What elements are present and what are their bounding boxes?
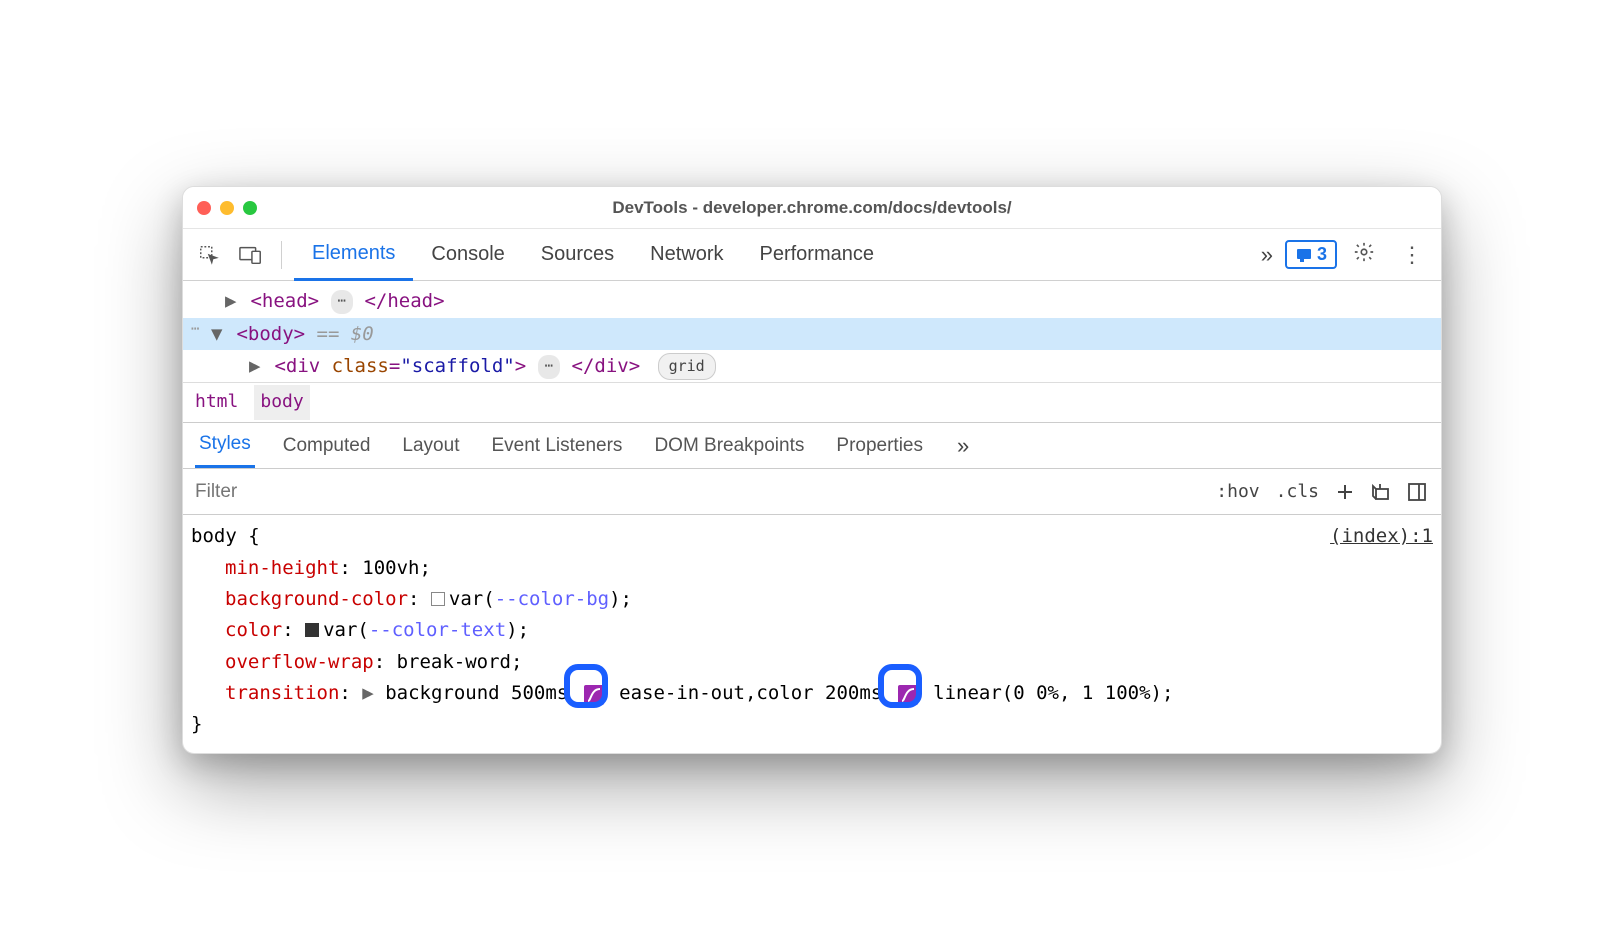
dom-tree[interactable]: ▶ <head> ⋯ </head> ⋯ ▼ <body> == $0 ▶ <d…	[183, 281, 1441, 423]
traffic-lights	[197, 201, 257, 215]
expand-icon[interactable]: ▶	[362, 682, 373, 704]
row-marker-icon: ⋯	[191, 318, 199, 342]
grid-badge[interactable]: grid	[658, 353, 716, 381]
inspect-icon[interactable]	[191, 237, 227, 273]
breadcrumb-html[interactable]: html	[195, 387, 238, 418]
subtab-dom-breakpoints[interactable]: DOM Breakpoints	[650, 423, 808, 468]
breadcrumb-body[interactable]: body	[254, 385, 309, 420]
tab-elements[interactable]: Elements	[294, 229, 413, 281]
prop-background-color[interactable]: background-color: var(--color-bg);	[191, 584, 1433, 615]
dom-node-div-scaffold[interactable]: ▶ <div class="scaffold"> ⋯ </div> grid	[183, 350, 1441, 382]
tab-sources[interactable]: Sources	[523, 229, 632, 281]
subtab-computed[interactable]: Computed	[279, 423, 375, 468]
settings-icon[interactable]	[1343, 241, 1385, 269]
hov-toggle[interactable]: :hov	[1208, 481, 1267, 502]
tab-console[interactable]: Console	[413, 229, 522, 281]
filter-input[interactable]	[183, 469, 1208, 514]
minimize-icon[interactable]	[220, 201, 234, 215]
issues-badge[interactable]: 3	[1285, 240, 1337, 269]
color-swatch-icon[interactable]	[431, 592, 445, 606]
close-icon[interactable]	[197, 201, 211, 215]
cls-toggle[interactable]: .cls	[1268, 481, 1327, 502]
dom-node-head[interactable]: ▶ <head> ⋯ </head>	[183, 285, 1441, 317]
subtab-event-listeners[interactable]: Event Listeners	[487, 423, 626, 468]
main-tabs: Elements Console Sources Network Perform…	[294, 229, 1249, 281]
rule-selector[interactable]: body	[191, 525, 237, 547]
computed-sidebar-icon[interactable]	[1403, 478, 1431, 506]
expand-icon[interactable]: ▶	[225, 285, 239, 317]
titlebar: DevTools - developer.chrome.com/docs/dev…	[183, 187, 1441, 229]
subtab-styles[interactable]: Styles	[195, 423, 255, 468]
easing-editor-icon[interactable]	[898, 685, 918, 705]
tab-performance[interactable]: Performance	[742, 229, 893, 281]
color-swatch-icon[interactable]	[305, 623, 319, 637]
devtools-window: DevTools - developer.chrome.com/docs/dev…	[182, 186, 1442, 753]
toolbar-divider	[281, 241, 282, 269]
styles-filter-row: :hov .cls	[183, 469, 1441, 515]
expand-icon[interactable]: ▶	[249, 350, 263, 382]
styles-subtabs: Styles Computed Layout Event Listeners D…	[183, 423, 1441, 469]
breadcrumb: html body	[183, 382, 1441, 422]
tabs-overflow-icon[interactable]: »	[1255, 242, 1279, 268]
issues-icon	[1295, 247, 1313, 263]
ellipsis-icon[interactable]: ⋯	[331, 290, 353, 314]
ellipsis-icon[interactable]: ⋯	[538, 355, 560, 379]
window-title: DevTools - developer.chrome.com/docs/dev…	[183, 198, 1441, 218]
subtab-properties[interactable]: Properties	[832, 423, 927, 468]
tab-network[interactable]: Network	[632, 229, 741, 281]
subtab-layout[interactable]: Layout	[398, 423, 463, 468]
new-rule-icon[interactable]	[1331, 478, 1359, 506]
css-rules-panel: body { (index):1 min-height: 100vh; back…	[183, 515, 1441, 752]
device-toggle-icon[interactable]	[233, 237, 269, 273]
dom-node-body[interactable]: ⋯ ▼ <body> == $0	[183, 318, 1441, 350]
rule-header: body { (index):1	[191, 521, 1433, 552]
prop-color[interactable]: color: var(--color-text);	[191, 615, 1433, 646]
collapse-icon[interactable]: ▼	[211, 318, 225, 350]
source-link[interactable]: (index):1	[1330, 521, 1433, 552]
rule-close-brace: }	[191, 709, 1433, 740]
main-toolbar: Elements Console Sources Network Perform…	[183, 229, 1441, 281]
issues-count: 3	[1317, 244, 1327, 265]
maximize-icon[interactable]	[243, 201, 257, 215]
rendering-icon[interactable]	[1367, 478, 1395, 506]
prop-transition[interactable]: transition: ▶ background 500ms ease-in-o…	[191, 678, 1433, 709]
subtabs-overflow-icon[interactable]: »	[951, 433, 975, 459]
prop-min-height[interactable]: min-height: 100vh;	[191, 553, 1433, 584]
prop-overflow-wrap[interactable]: overflow-wrap: break-word;	[191, 647, 1433, 678]
easing-editor-icon[interactable]	[584, 685, 604, 705]
more-icon[interactable]: ⋮	[1391, 242, 1433, 268]
